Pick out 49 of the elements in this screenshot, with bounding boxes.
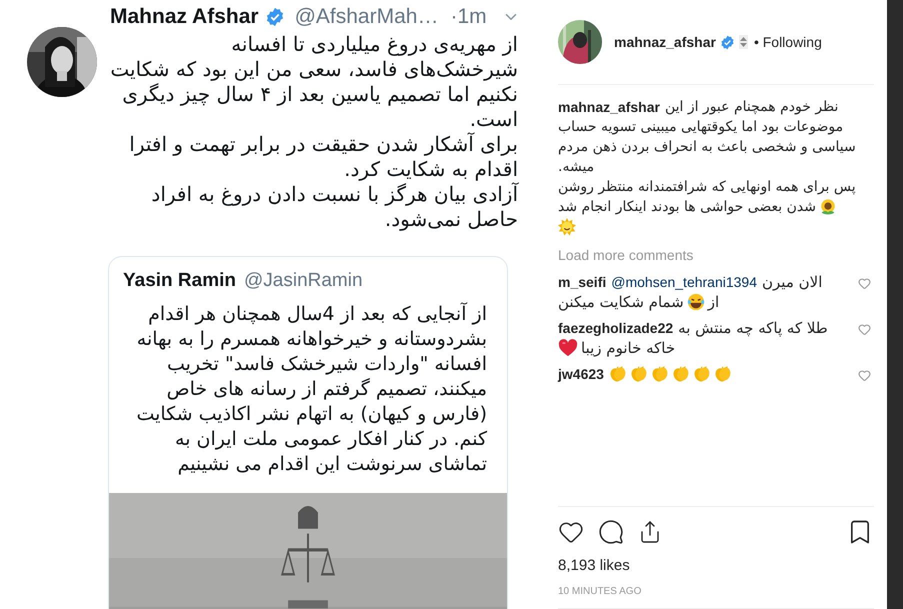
comment-username[interactable]: m_seifi [558, 272, 606, 292]
tweet-text-line: برای آشکار شدن حقیقت در برابر تهمت و افترا [128, 132, 518, 157]
quoted-tweet-text-line: تماشای سرنوشت این اقدام می نشینیم [176, 452, 487, 476]
quoted-tweet-text-line: افسانه "واردات شیرخشک فاسد" تخریب [166, 352, 487, 376]
comment-text: از [708, 292, 720, 312]
tweet-text-line: از مهریه‌ی دروغ میلیاردی تا افسانه [230, 32, 518, 57]
comment-text: الان میرن [762, 272, 822, 292]
mention-link[interactable]: @mohsen_tehrani1394 [611, 272, 758, 292]
quoted-tweet-text-line: میکنند، تصمیم گرفتم از رسانه های خاص [166, 376, 487, 402]
comment-text: خاکه خانوم زیبا [581, 338, 676, 358]
tweet-time: ·1m [450, 4, 487, 30]
heart-emoji-icon [558, 339, 578, 357]
quoted-author-name: Yasin Ramin [123, 269, 236, 293]
sort-arrows-icon [738, 35, 748, 49]
tweet-text-line: نکنیم اما تصمیم یاسین بعد از ۴ سال چیز دیگری [121, 82, 518, 107]
caption-text: پس برای همه اونهایی که شرافتمندانه منتظر روشن [558, 178, 856, 197]
following-status[interactable]: • Following [754, 32, 822, 52]
author-handle: @AfsharMah… [294, 4, 438, 30]
caption-username[interactable]: mahnaz_afshar [558, 97, 660, 117]
comment-icon[interactable] [598, 518, 624, 544]
tweet-text-line: اقدام به شکایت کرد. [343, 157, 518, 182]
like-comment-icon[interactable] [858, 277, 871, 290]
like-comment-icon[interactable] [858, 369, 871, 382]
comment-username[interactable]: jw4623 [558, 364, 604, 384]
quoted-tweet-text-line: از آنجایی که بعد از 4سال همچنان هر اقدام [147, 302, 487, 326]
comment-username[interactable]: faezegholizade22 [558, 318, 674, 338]
tweet-text-line: آزادی بیان هرگز با نسبت دادن دروغ به افراد [150, 182, 518, 207]
quoted-tweet-text-line: (فارس و کیهان) به اتهام نشر اکاذیب شکایت [135, 402, 487, 426]
caption-text: نظر خودم همچنام عبور از این [664, 98, 838, 117]
comment-text: شمام شکایت میکنن [558, 292, 684, 312]
tweet-text-line: حاصل نمی‌شود. [384, 207, 518, 232]
caption-text: سیاسی و شخصی باعث به انحراف بردن ذهن مردم [558, 138, 856, 157]
author-name: Mahnaz Afshar [110, 4, 259, 30]
post-username[interactable]: mahnaz_afshar [614, 32, 716, 52]
laughing-emoji-icon [686, 293, 705, 311]
quoted-tweet-text-line: کنم. در کنار افکار عمومی ملت ایران به [174, 426, 487, 452]
like-comment-icon[interactable] [858, 323, 871, 336]
tweet-text-line: است. [468, 107, 518, 132]
comment-text: طلا که پاکه چه منتش به [678, 318, 828, 338]
likes-count[interactable]: 8,193 likes [558, 556, 630, 574]
tweet-text-line: شیرخشک‌های فاسد، سعی من این بود که شکایت [110, 57, 518, 82]
sun-face-emoji-icon [558, 218, 576, 236]
caption-text: شدن بعضی حواشی ها بودند اینکار انجام شد [558, 198, 816, 217]
caption-text: میشه. [558, 158, 594, 177]
caption-text: موضوعات بود اما یکوقتهایی میبینی تسویه حساب [558, 118, 844, 137]
quoted-tweet-text-line: بشردوستانه و خیرخواهانه همسرم را به بهانه [136, 326, 487, 352]
quoted-author-handle: @JasinRamin [244, 269, 363, 293]
post-time: 10 MINUTES AGO [558, 586, 642, 597]
sunflower-emoji-icon [819, 198, 838, 216]
